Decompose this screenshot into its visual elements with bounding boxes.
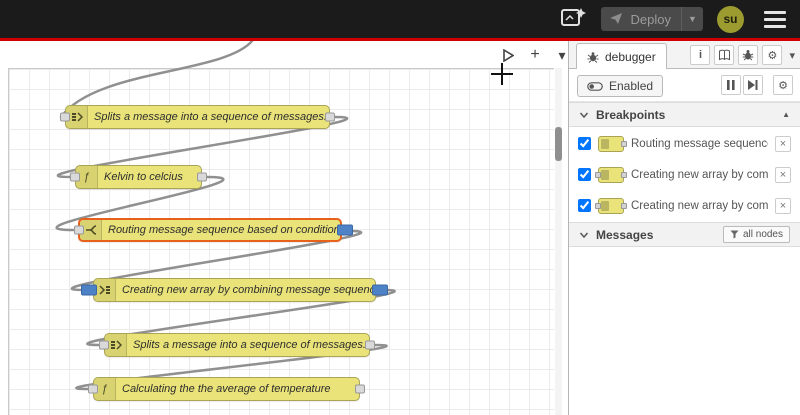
- canvas-vertical-scrollbar[interactable]: [555, 68, 562, 415]
- breakpoint-checkbox[interactable]: [578, 168, 591, 181]
- sidebar: debugger i ⚙ ▾ Enabled ⚙ Breakpoints ▲ R…: [568, 41, 800, 415]
- flow-node-split-2[interactable]: Splits a message into a sequence of mess…: [99, 333, 375, 357]
- mini-join-node-icon: [595, 197, 627, 214]
- main-menu-icon[interactable]: [764, 10, 786, 28]
- close-icon: ×: [779, 199, 787, 212]
- flow-node-function-2[interactable]: ƒ Calculating the the average of tempera…: [88, 377, 365, 401]
- input-port[interactable]: [88, 384, 98, 394]
- step-button[interactable]: [743, 75, 763, 95]
- node-label: Splits a message into a sequence of mess…: [133, 339, 366, 351]
- flow-node-split-1[interactable]: Splits a message into a sequence of mess…: [60, 105, 335, 129]
- tab-debugger[interactable]: debugger: [576, 43, 667, 69]
- breakpoint-output-port[interactable]: [337, 224, 353, 236]
- output-port[interactable]: [365, 340, 375, 350]
- tab-label: debugger: [605, 49, 656, 64]
- input-port[interactable]: [70, 172, 80, 182]
- gear-icon: ⚙: [778, 79, 788, 92]
- flow-node-function-1[interactable]: ƒ Kelvin to celcius: [70, 165, 207, 189]
- book-icon: [718, 49, 730, 61]
- sidebar-tab-actions: i ⚙ ▾: [690, 45, 795, 65]
- section-collapse-icon: [579, 112, 589, 118]
- breakpoint-output-port[interactable]: [372, 284, 388, 296]
- debugger-controls-row: Enabled ⚙: [569, 70, 800, 102]
- breakpoints-section-header[interactable]: Breakpoints ▲: [569, 102, 800, 127]
- debugger-tab-icon: [587, 51, 599, 63]
- deploy-button[interactable]: Deploy ▼: [600, 7, 703, 31]
- pause-icon: [727, 80, 735, 90]
- breakpoint-checkbox[interactable]: [578, 137, 591, 150]
- input-port[interactable]: [60, 112, 70, 122]
- breakpoints-title: Breakpoints: [596, 107, 666, 122]
- output-port[interactable]: [325, 112, 335, 122]
- breakpoint-label: Routing message sequence based on condit…: [631, 137, 768, 150]
- node-label: Splits a message into a sequence of mess…: [94, 111, 327, 123]
- docs-button[interactable]: [714, 45, 735, 65]
- sidebar-menu-caret-icon[interactable]: ▾: [789, 49, 795, 62]
- playback-controls: ⚙: [721, 75, 793, 95]
- message-filter-button[interactable]: all nodes: [722, 226, 790, 243]
- debug-button[interactable]: [738, 45, 759, 65]
- messages-section-header[interactable]: Messages all nodes: [569, 222, 800, 247]
- scroll-up-icon[interactable]: ▲: [782, 110, 790, 119]
- breakpoint-checkbox[interactable]: [578, 199, 591, 212]
- run-icon[interactable]: [500, 47, 516, 63]
- breakpoint-row[interactable]: Routing message sequence based on condit…: [569, 128, 800, 159]
- join-icon: [94, 279, 116, 301]
- mini-switch-node-icon: [598, 135, 627, 152]
- debugger-settings-button[interactable]: ⚙: [773, 75, 793, 95]
- deploy-label: Deploy: [630, 11, 671, 27]
- app-window: Deploy ▼ su Splits a message into a sequ…: [0, 0, 800, 415]
- input-port[interactable]: [99, 340, 109, 350]
- pause-button[interactable]: [721, 75, 741, 95]
- breakpoint-label: Creating new array by combining message …: [631, 199, 768, 212]
- node-label: Creating new array by combining message …: [122, 284, 375, 296]
- remove-breakpoint-button[interactable]: ×: [775, 135, 791, 152]
- canvas-toolbar: + ▾: [500, 46, 570, 63]
- user-avatar[interactable]: su: [717, 5, 744, 33]
- input-port[interactable]: [74, 225, 84, 235]
- assistant-icon[interactable]: [559, 6, 587, 32]
- debugger-enabled-toggle[interactable]: Enabled: [577, 75, 664, 97]
- info-button[interactable]: i: [690, 45, 711, 65]
- breakpoint-label: Creating new array by combining message …: [631, 168, 768, 181]
- close-icon: ×: [779, 168, 787, 181]
- settings-button[interactable]: ⚙: [762, 45, 783, 65]
- remove-breakpoint-button[interactable]: ×: [775, 197, 791, 214]
- flow-node-switch[interactable]: Routing message sequence based on condit…: [74, 218, 353, 242]
- sidebar-tabbar: debugger i ⚙ ▾: [569, 41, 800, 69]
- crosshair-cursor: [491, 73, 513, 75]
- remove-breakpoint-button[interactable]: ×: [775, 166, 791, 183]
- add-icon[interactable]: +: [527, 46, 543, 63]
- deploy-options-caret[interactable]: ▼: [681, 7, 703, 31]
- scrollbar-thumb[interactable]: [555, 127, 562, 161]
- filter-label: all nodes: [742, 229, 783, 240]
- flow-node-join[interactable]: Creating new array by combining message …: [81, 278, 388, 302]
- gear-icon: ⚙: [767, 49, 778, 62]
- output-port[interactable]: [197, 172, 207, 182]
- breakpoint-row[interactable]: Creating new array by combining message …: [569, 190, 800, 221]
- node-label: Routing message sequence based on condit…: [108, 224, 340, 236]
- header: Deploy ▼ su: [0, 0, 800, 38]
- mini-join-node-icon: [595, 166, 627, 183]
- bug-icon: [743, 50, 754, 61]
- enabled-label: Enabled: [609, 79, 654, 93]
- close-icon: ×: [779, 137, 787, 150]
- filter-icon: [730, 230, 739, 239]
- deploy-icon: [609, 13, 622, 24]
- messages-title: Messages: [596, 227, 654, 242]
- step-forward-icon: [748, 80, 758, 90]
- toggle-icon: [587, 81, 603, 91]
- node-label: Calculating the the average of temperatu…: [122, 383, 331, 395]
- breakpoint-input-port[interactable]: [81, 284, 97, 296]
- flow-canvas[interactable]: Splits a message into a sequence of mess…: [0, 41, 566, 415]
- output-port[interactable]: [355, 384, 365, 394]
- section-collapse-icon: [579, 232, 589, 238]
- breakpoint-row[interactable]: Creating new array by combining message …: [569, 159, 800, 190]
